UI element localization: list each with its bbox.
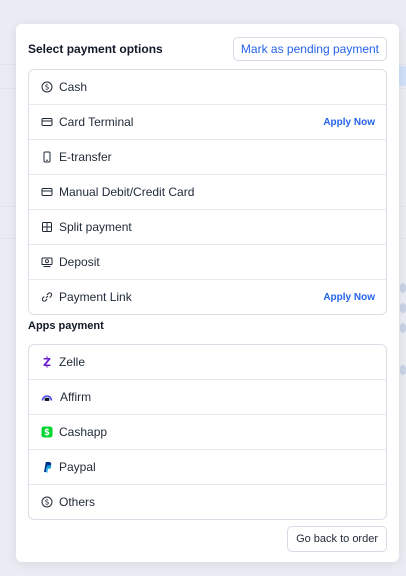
- card-icon: [41, 116, 53, 128]
- apply-now-link[interactable]: Apply Now: [323, 292, 375, 303]
- app-payment-label: Paypal: [59, 460, 96, 474]
- link-icon: [41, 291, 53, 303]
- app-payment-paypal[interactable]: Paypal: [29, 450, 386, 485]
- payment-option-deposit[interactable]: Deposit: [29, 245, 386, 280]
- app-payment-others[interactable]: $ Others: [29, 485, 386, 519]
- card-icon: [41, 186, 53, 198]
- app-payment-affirm[interactable]: Affirm: [29, 380, 386, 415]
- payment-option-split-payment[interactable]: Split payment: [29, 210, 386, 245]
- background-indicator: [400, 303, 406, 313]
- zelle-icon: Z: [41, 356, 53, 368]
- payment-option-cash[interactable]: $ Cash: [29, 70, 386, 105]
- phone-icon: [41, 151, 53, 163]
- svg-text:$: $: [44, 428, 50, 438]
- payment-option-label: Manual Debit/Credit Card: [59, 185, 195, 199]
- cashapp-icon: $: [41, 426, 53, 438]
- dollar-circle-icon: $: [41, 496, 53, 508]
- apps-payment-title: Apps payment: [28, 320, 104, 332]
- deposit-icon: [41, 256, 53, 268]
- modal-title: Select payment options: [28, 42, 163, 56]
- payment-option-label: E-transfer: [59, 150, 112, 164]
- payment-option-e-transfer[interactable]: E-transfer: [29, 140, 386, 175]
- apps-payment-list: Z Zelle Affirm $ Cashapp Paypal $ Others: [28, 344, 387, 520]
- payment-option-card-terminal[interactable]: Card Terminal Apply Now: [29, 105, 386, 140]
- split-grid-icon: [41, 221, 53, 233]
- svg-text:$: $: [45, 498, 50, 507]
- payment-option-label: Split payment: [59, 220, 132, 234]
- mark-pending-button[interactable]: Mark as pending payment: [232, 37, 387, 61]
- app-payment-cashapp[interactable]: $ Cashapp: [29, 415, 386, 450]
- app-payment-label: Others: [59, 495, 96, 509]
- app-payment-zelle[interactable]: Z Zelle: [29, 345, 386, 380]
- background-indicator: [400, 365, 406, 375]
- payment-option-label: Cash: [59, 80, 88, 94]
- app-payment-label: Affirm: [60, 390, 92, 404]
- payment-option-manual-card[interactable]: Manual Debit/Credit Card: [29, 175, 386, 210]
- affirm-icon: [41, 391, 53, 403]
- apply-now-link[interactable]: Apply Now: [323, 117, 375, 128]
- paypal-icon: [41, 461, 53, 473]
- dollar-circle-icon: $: [41, 81, 53, 93]
- payment-options-list: $ Cash Card Terminal Apply Now E-transfe…: [28, 69, 387, 315]
- payment-option-label: Card Terminal: [59, 115, 134, 129]
- background-indicator: [400, 283, 406, 293]
- payment-option-label: Deposit: [59, 255, 100, 269]
- payment-option-payment-link[interactable]: Payment Link Apply Now: [29, 280, 386, 314]
- payment-options-modal: Select payment options Mark as pending p…: [16, 24, 399, 562]
- app-payment-label: Zelle: [59, 355, 86, 369]
- modal-header: Select payment options Mark as pending p…: [28, 36, 387, 62]
- app-payment-label: Cashapp: [59, 425, 108, 439]
- background-indicator: [400, 323, 406, 333]
- payment-option-label: Payment Link: [59, 290, 132, 304]
- go-back-to-order-button[interactable]: Go back to order: [287, 526, 387, 552]
- background-chip: [398, 66, 406, 86]
- svg-text:$: $: [45, 83, 50, 92]
